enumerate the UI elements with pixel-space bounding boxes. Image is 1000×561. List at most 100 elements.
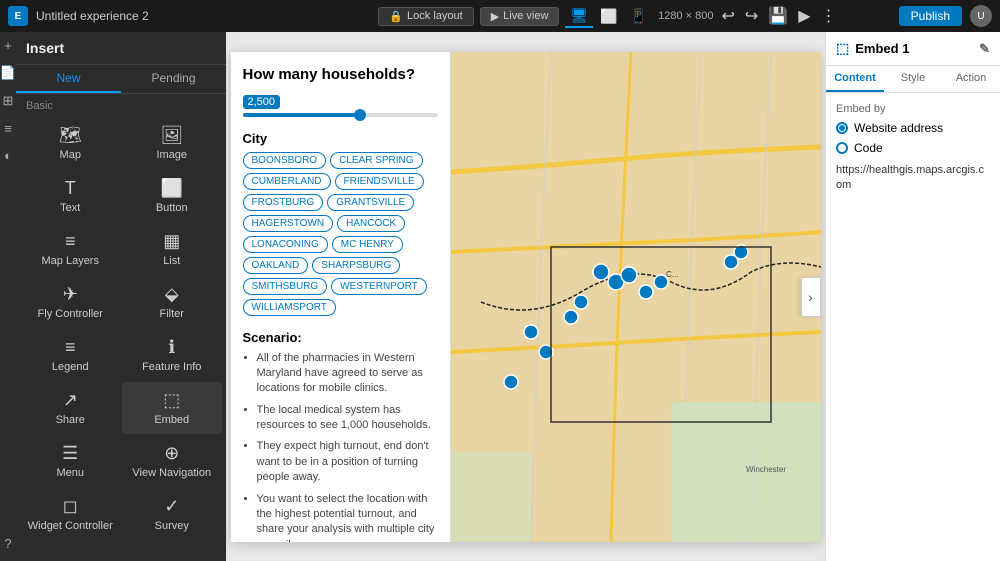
city-grid: BOONSBOROCLEAR SPRING CUMBERLANDFRIENDSVI… bbox=[243, 152, 438, 316]
widget-item-fly-controller[interactable]: ✈Fly Controller bbox=[20, 276, 121, 328]
widget-item-map-layers[interactable]: ≡ Map Layers bbox=[20, 223, 121, 275]
right-panel: ⬚ Embed 1 ✎ ContentStyleAction Embed by … bbox=[825, 32, 1000, 561]
user-avatar[interactable]: U bbox=[970, 5, 992, 27]
svg-text:C...: C... bbox=[666, 270, 678, 279]
desktop-device-button[interactable]: 🖥 bbox=[565, 5, 593, 28]
slider-thumb[interactable] bbox=[354, 109, 366, 121]
city-chip-mc-henry[interactable]: MC HENRY bbox=[332, 236, 403, 253]
canvas-next-arrow[interactable]: › bbox=[801, 277, 821, 317]
widget-label-widget-controller: Widget Controller bbox=[28, 520, 113, 532]
widget-icon-fly-controller: ✈ bbox=[63, 284, 78, 305]
content-icon-btn[interactable]: 📄 bbox=[0, 65, 16, 81]
help-icon-btn[interactable]: ? bbox=[4, 536, 11, 551]
scenario-list-item: They expect high turnout, end don't want… bbox=[257, 439, 438, 485]
canvas-inner: How many households? 2,500 City BOONSBOR… bbox=[231, 52, 821, 542]
mobile-device-button[interactable]: 📱 bbox=[625, 5, 652, 28]
widget-icon-survey: ✓ bbox=[164, 496, 179, 517]
play-icon: ▶ bbox=[491, 10, 499, 23]
live-view-button[interactable]: ▶ Live view bbox=[480, 7, 560, 26]
widget-item-share[interactable]: ↗Share bbox=[20, 382, 121, 434]
widget-item-menu[interactable]: ☰Menu bbox=[20, 435, 121, 487]
redo-button[interactable]: ↪ bbox=[743, 4, 760, 28]
widget-icon-map: 🗺 bbox=[59, 125, 82, 146]
widget-label-legend: Legend bbox=[52, 361, 89, 373]
edit-embed-button[interactable]: ✎ bbox=[979, 41, 990, 57]
city-chip-smithsburg[interactable]: SMITHSBURG bbox=[243, 278, 328, 295]
widget-item-image[interactable]: 🖼Image bbox=[122, 117, 223, 169]
lock-layout-button[interactable]: 🔒 Lock layout bbox=[378, 7, 473, 26]
widget-icon-menu: ☰ bbox=[62, 443, 78, 464]
scenario-list-item: You want to select the location with the… bbox=[257, 492, 438, 542]
publish-button[interactable]: Publish bbox=[899, 6, 962, 26]
city-chip-cumberland[interactable]: CUMBERLAND bbox=[243, 173, 331, 190]
device-group: 🖥 ⬜ 📱 bbox=[565, 5, 652, 28]
city-chip-westernport[interactable]: WESTERNPORT bbox=[331, 278, 427, 295]
data-icon-btn[interactable]: ⊞ bbox=[3, 93, 14, 109]
widget-label-feature-info: Feature Info bbox=[142, 361, 201, 373]
embed-header-icon: ⬚ bbox=[836, 40, 849, 57]
city-chip-grantsville[interactable]: GRANTSVILLE bbox=[327, 194, 414, 211]
widget-label-list: List bbox=[163, 255, 180, 267]
code-radio[interactable] bbox=[836, 142, 848, 154]
code-option[interactable]: Code bbox=[836, 141, 990, 155]
widget-label-map-layers: Map Layers bbox=[42, 255, 99, 267]
widget-item-widget-controller[interactable]: ◻Widget Controller bbox=[20, 488, 121, 540]
widget-item-embed[interactable]: ⬚Embed bbox=[122, 382, 223, 434]
widget-item-text[interactable]: TText bbox=[20, 170, 121, 222]
city-chip-williamsport[interactable]: WILLIAMSPORT bbox=[243, 299, 336, 316]
widget-item-survey[interactable]: ✓Survey bbox=[122, 488, 223, 540]
website-address-option[interactable]: Website address bbox=[836, 121, 990, 135]
city-chip-sharpsburg[interactable]: SHARPSBURG bbox=[312, 257, 400, 274]
tab-new[interactable]: New bbox=[16, 65, 121, 93]
widget-icon-map-layers: ≡ bbox=[65, 231, 76, 252]
widget-label-button: Button bbox=[156, 202, 188, 214]
embed-url-value: https://healthgis.maps.arcgis.com bbox=[836, 163, 990, 194]
city-chip-frostburg[interactable]: FROSTBURG bbox=[243, 194, 324, 211]
insert-icon-btn[interactable]: + bbox=[4, 38, 12, 53]
widget-item-list[interactable]: ▦List bbox=[122, 223, 223, 275]
widget-label-map: Map bbox=[60, 149, 81, 161]
insert-header: Insert bbox=[16, 32, 226, 65]
icon-bar: + 📄 ⊞ ≡ ◐ ? bbox=[0, 32, 16, 561]
widget-item-feature-info[interactable]: ℹ Feature Info bbox=[122, 329, 223, 381]
tab-pending[interactable]: Pending bbox=[121, 65, 226, 93]
city-chip-clear-spring[interactable]: CLEAR SPRING bbox=[330, 152, 422, 169]
city-section-label: City bbox=[243, 131, 438, 146]
city-chip-lonaconing[interactable]: LONACONING bbox=[243, 236, 328, 253]
widget-item-view-navigation[interactable]: ⊕View Navigation bbox=[122, 435, 223, 487]
widget-label-view-navigation: View Navigation bbox=[132, 467, 211, 479]
website-address-radio[interactable] bbox=[836, 122, 848, 134]
preview-button[interactable]: ▶ bbox=[796, 4, 812, 28]
widget-item-map[interactable]: 🗺 Map bbox=[20, 117, 121, 169]
widget-icon-text: T bbox=[65, 178, 76, 199]
city-chip-friendsville[interactable]: FRIENDSVILLE bbox=[335, 173, 424, 190]
center-canvas: How many households? 2,500 City BOONSBOR… bbox=[226, 32, 825, 561]
svg-text:Winchester: Winchester bbox=[746, 465, 786, 474]
city-chip-hancock[interactable]: HANCOCK bbox=[337, 215, 405, 232]
embed-by-label: Embed by bbox=[836, 103, 990, 115]
settings-icon-btn[interactable]: ≡ bbox=[4, 121, 12, 136]
tablet-device-button[interactable]: ⬜ bbox=[595, 5, 622, 28]
city-chip-boonsboro[interactable]: BOONSBORO bbox=[243, 152, 327, 169]
save-button[interactable]: 💾 bbox=[766, 4, 790, 28]
experience-title: Untitled experience 2 bbox=[36, 9, 318, 23]
city-chip-hagerstown[interactable]: HAGERSTOWN bbox=[243, 215, 334, 232]
widget-item-legend[interactable]: ≡Legend bbox=[20, 329, 121, 381]
undo-button[interactable]: ↩ bbox=[719, 4, 736, 28]
left-panel: Insert New Pending Basic 🗺Map🖼ImageTText… bbox=[16, 32, 226, 561]
tab-action[interactable]: Action bbox=[942, 66, 1000, 92]
tab-content[interactable]: Content bbox=[826, 66, 884, 92]
widget-label-filter: Filter bbox=[160, 308, 184, 320]
theme-icon-btn[interactable]: ◐ bbox=[4, 148, 12, 163]
filter-slider[interactable] bbox=[243, 113, 438, 117]
widget-item-filter[interactable]: ⬙ Filter bbox=[122, 276, 223, 328]
embed-title: Embed 1 bbox=[855, 41, 973, 56]
widget-item-button[interactable]: ⬜Button bbox=[122, 170, 223, 222]
panel-tabs: New Pending bbox=[16, 65, 226, 94]
city-chip-oakland[interactable]: OAKLAND bbox=[243, 257, 309, 274]
more-options-button[interactable]: ⋮ bbox=[819, 4, 839, 28]
widget-icon-filter: ⬙ bbox=[165, 284, 179, 305]
widget-icon-feature-info: ℹ bbox=[168, 337, 175, 358]
app-logo: E bbox=[8, 6, 28, 26]
tab-style[interactable]: Style bbox=[884, 66, 942, 92]
